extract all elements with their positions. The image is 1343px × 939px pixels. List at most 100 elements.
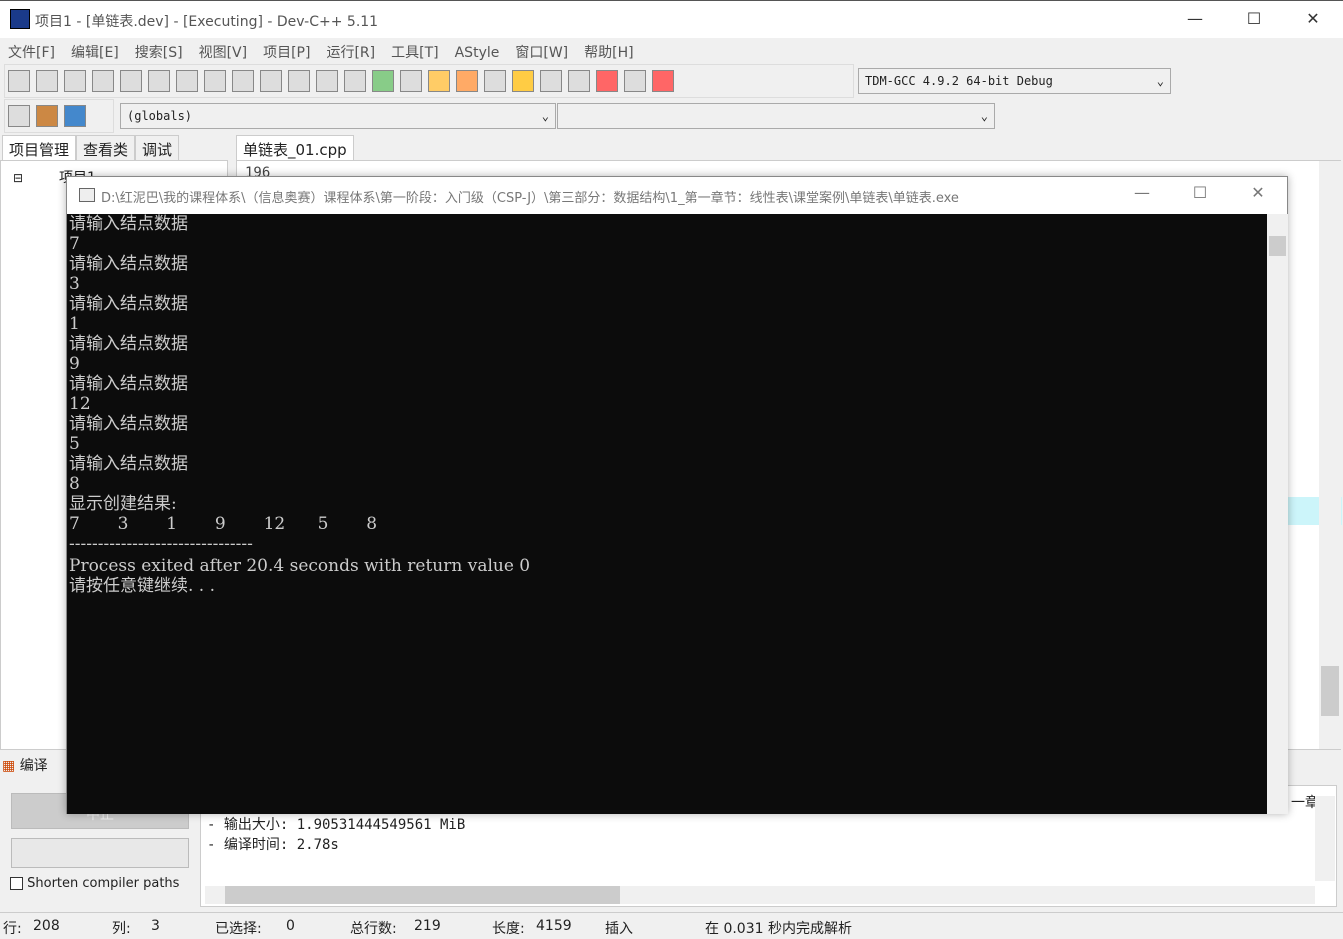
menu-help[interactable]: 帮助[H]	[576, 38, 641, 66]
profile-icon[interactable]	[624, 70, 646, 92]
menu-search[interactable]: 搜索[S]	[127, 38, 191, 66]
console-line: 5	[69, 434, 80, 454]
new-class-icon[interactable]	[36, 105, 58, 127]
console-line: 请按任意键继续. . .	[69, 576, 216, 596]
selected-value: 0	[286, 918, 295, 934]
console-line: 请输入结点数据	[69, 214, 188, 234]
console-close-button[interactable]: ✕	[1243, 183, 1273, 202]
console-title: D:\红泥巴\我的课程体系\（信息奥赛）课程体系\第一阶段：入门级（CSP-J）…	[101, 191, 959, 206]
row-label: 行:	[3, 921, 22, 937]
tree-collapse-icon[interactable]: ⊟	[13, 171, 23, 185]
minimize-button[interactable]: —	[1180, 9, 1210, 28]
status-bar: 行: 208 列: 3 已选择: 0 总行数: 219 长度: 4159 插入 在 0.0…	[0, 912, 1343, 939]
menu-bar: 文件[F] 编辑[E] 搜索[S] 视图[V] 项目[P] 运行[R] 工具[T] AStyl…	[0, 38, 1343, 64]
project-options-icon[interactable]	[428, 70, 450, 92]
delete-profile-icon[interactable]	[652, 70, 674, 92]
insert-mode: 插入	[605, 921, 633, 937]
print-icon[interactable]	[176, 70, 198, 92]
console-line: 3	[69, 274, 80, 294]
class-toolbar	[4, 99, 114, 133]
console-output[interactable]: 请输入结点数据 7 请输入结点数据 3 请输入结点数据 1 请输入结点数据 9 请输入结点数据 1…	[67, 214, 1267, 814]
shorten-paths-label: Shorten compiler paths	[27, 876, 180, 891]
close-file-icon[interactable]	[120, 70, 142, 92]
checkbox-icon	[10, 877, 23, 890]
indent-icon[interactable]	[316, 70, 338, 92]
selected-label: 已选择:	[215, 921, 262, 937]
title-bar: 项目1 - [单链表.dev] - [Executing] - Dev-C++ …	[0, 0, 1343, 38]
length-value: 4159	[536, 918, 572, 934]
console-line: 请输入结点数据	[69, 374, 188, 394]
console-line: Process exited after 20.4 seconds with r…	[69, 556, 531, 576]
length-label: 长度:	[492, 921, 525, 937]
compile-log-tab-label: 编译	[19, 758, 48, 774]
menu-edit[interactable]: 编辑[E]	[63, 38, 127, 66]
console-line: 请输入结点数据	[69, 334, 188, 354]
save-icon[interactable]	[64, 70, 86, 92]
unindent-icon[interactable]	[344, 70, 366, 92]
parse-status: 在 0.031 秒内完成解析	[705, 921, 852, 937]
console-line: 请输入结点数据	[69, 454, 188, 474]
save-all-icon[interactable]	[92, 70, 114, 92]
new-file-icon[interactable]	[8, 70, 30, 92]
log-hscrollbar[interactable]	[205, 886, 1315, 904]
console-app-icon	[79, 188, 95, 202]
editor-scrollbar[interactable]	[1319, 161, 1341, 749]
stop-icon[interactable]	[596, 70, 618, 92]
compile-icon[interactable]	[456, 70, 478, 92]
replace-icon[interactable]	[288, 70, 310, 92]
menu-window[interactable]: 窗口[W]	[507, 38, 576, 66]
console-line: 请输入结点数据	[69, 414, 188, 434]
shorten-paths-checkbox[interactable]: Shorten compiler paths	[10, 876, 179, 891]
row-value: 208	[33, 918, 60, 934]
syntax-check-icon[interactable]	[568, 70, 590, 92]
goto-declaration-icon[interactable]	[8, 105, 30, 127]
menu-astyle[interactable]: AStyle	[447, 41, 508, 65]
log-vscrollbar[interactable]	[1315, 796, 1335, 881]
console-title-bar: D:\红泥巴\我的课程体系\（信息奥赛）课程体系\第一阶段：入门级（CSP-J）…	[67, 177, 1287, 214]
menu-view[interactable]: 视图[V]	[191, 38, 256, 66]
col-label: 列:	[112, 921, 131, 937]
console-line: 7	[69, 234, 80, 254]
blank-button[interactable]	[11, 838, 189, 868]
run-icon[interactable]	[484, 70, 506, 92]
bookmark-icon[interactable]	[64, 105, 86, 127]
console-line: 显示创建结果:	[69, 494, 177, 514]
find-icon[interactable]	[260, 70, 282, 92]
log-line: - 编译时间: 2.78s	[207, 837, 339, 853]
console-line: 12	[69, 394, 91, 414]
close-button[interactable]: ✕	[1298, 9, 1328, 28]
open-icon[interactable]	[36, 70, 58, 92]
menu-run[interactable]: 运行[R]	[318, 38, 383, 66]
compile-run-icon[interactable]	[512, 70, 534, 92]
menu-tools[interactable]: 工具[T]	[383, 38, 446, 66]
total-lines-label: 总行数:	[350, 921, 397, 937]
console-line: 8	[69, 474, 80, 494]
col-value: 3	[151, 918, 160, 934]
menu-file[interactable]: 文件[F]	[0, 38, 63, 66]
total-lines-value: 219	[414, 918, 441, 934]
console-line: 请输入结点数据	[69, 294, 188, 314]
chevron-down-icon: ⌄	[980, 109, 988, 123]
compile-log-icon: ▦	[2, 758, 16, 774]
console-line: 7 3 1 9 12 5 8	[69, 514, 378, 534]
close-all-icon[interactable]	[148, 70, 170, 92]
scope-select-value: (globals)	[127, 109, 193, 123]
redo-icon[interactable]	[232, 70, 254, 92]
chevron-down-icon: ⌄	[1156, 74, 1164, 88]
main-toolbar	[4, 64, 854, 98]
console-minimize-button[interactable]: —	[1127, 183, 1157, 202]
undo-icon[interactable]	[204, 70, 226, 92]
console-line: --------------------------------	[69, 534, 253, 554]
devcpp-app-icon	[10, 9, 30, 29]
rebuild-icon[interactable]	[540, 70, 562, 92]
compiler-select[interactable]: TDM-GCC 4.9.2 64-bit Debug ⌄	[858, 68, 1171, 94]
maximize-button[interactable]: ☐	[1239, 9, 1269, 28]
member-select[interactable]: ⌄	[557, 103, 995, 129]
console-maximize-button[interactable]: ☐	[1185, 183, 1215, 202]
remove-from-project-icon[interactable]	[400, 70, 422, 92]
console-scrollbar[interactable]	[1267, 214, 1288, 814]
console-window: D:\红泥巴\我的课程体系\（信息奥赛）课程体系\第一阶段：入门级（CSP-J）…	[66, 176, 1288, 814]
add-to-project-icon[interactable]	[372, 70, 394, 92]
menu-project[interactable]: 项目[P]	[255, 38, 318, 66]
scope-select[interactable]: (globals) ⌄	[120, 103, 556, 129]
